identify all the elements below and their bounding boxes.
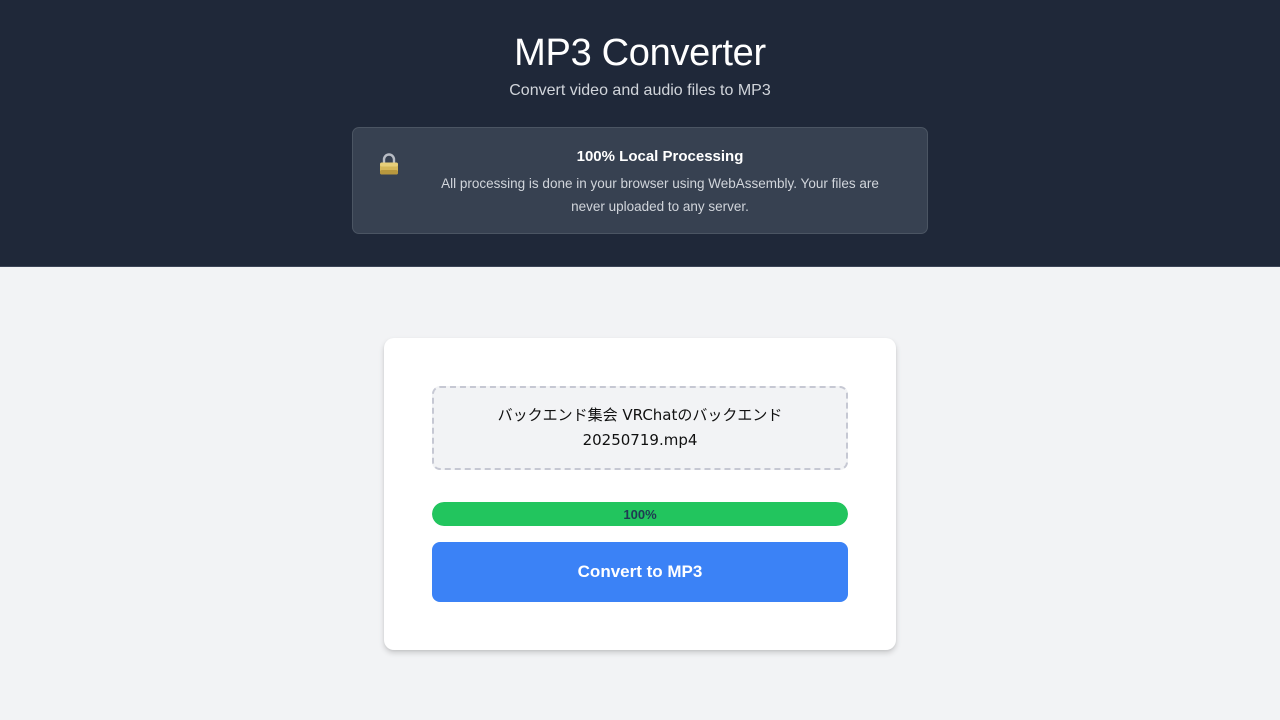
progress-bar: 100%	[432, 502, 848, 526]
page-title: MP3 Converter	[514, 32, 766, 74]
converter-card: バックエンド集会 VRChatのバックエンド 20250719.mp4 100%…	[384, 338, 896, 650]
progress-label: 100%	[623, 506, 657, 522]
lock-icon	[379, 153, 399, 175]
page-subtitle: Convert video and audio files to MP3	[509, 82, 771, 99]
notice-body: All processing is done in your browser u…	[441, 176, 879, 214]
local-processing-notice: 100% Local Processing All processing is …	[352, 127, 928, 234]
selected-file-name: バックエンド集会 VRChatのバックエンド 20250719.mp4	[497, 406, 783, 449]
notice-title: 100% Local Processing	[576, 148, 744, 165]
convert-button[interactable]: Convert to MP3	[432, 542, 848, 602]
app-header: MP3 Converter Convert video and audio fi…	[0, 0, 1280, 267]
file-drop-zone[interactable]: バックエンド集会 VRChatのバックエンド 20250719.mp4	[432, 386, 848, 470]
